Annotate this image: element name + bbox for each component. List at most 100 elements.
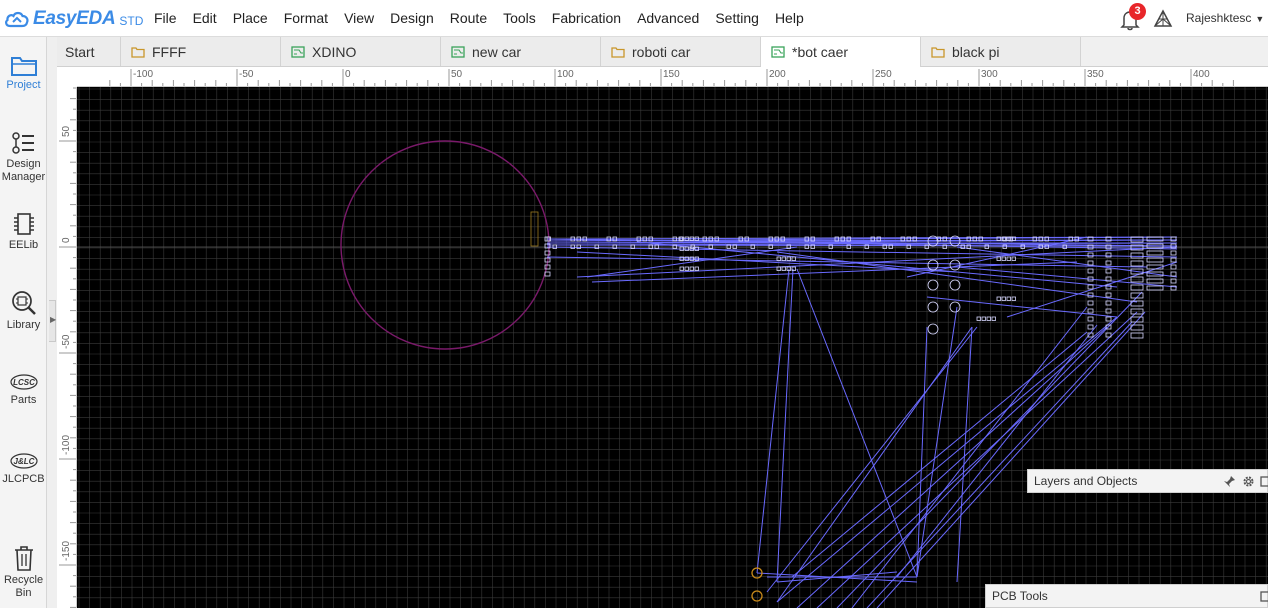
pcb-tools-panel[interactable]: PCB Tools [985,584,1268,608]
svg-text:J&LC: J&LC [13,457,34,466]
menu-advanced[interactable]: Advanced [629,0,707,37]
edition-label: STD [119,14,144,28]
ruler-corner [57,67,77,87]
pcb-icon [451,45,465,58]
panel-title: PCB Tools [992,589,1048,603]
pcb-icon [291,45,305,58]
sidebar-item-design-manager[interactable]: Design Manager [0,132,47,184]
ruler-horizontal: -100 -50 0 50 100 150 200 250 300 350 400 [57,67,1268,87]
folder-icon [931,46,945,58]
menu-format[interactable]: Format [276,0,336,37]
sidebar-collapse-handle[interactable]: ▶ [49,300,56,342]
sidebar-item-parts[interactable]: LCSC Parts [0,372,47,407]
jlc-icon: J&LC [9,453,38,469]
tab-bot-caer[interactable]: *bot caer [761,37,921,67]
menubar: EasyEDA STD File Edit Place Format View Desig… [0,0,1268,37]
pcb-drawing[interactable] [77,87,1268,608]
app-logo[interactable]: EasyEDA STD [4,6,143,32]
left-sidebar: Project Design Manager EELib Library LCS… [0,37,47,608]
ruler-x-label: -50 [239,69,254,80]
pcb-icon [771,46,785,58]
lcsc-icon: LCSC [9,374,38,390]
tab-black-pi[interactable]: black pi [921,37,1081,66]
sidebar-item-label: Library [6,319,41,331]
ruler-x-label: -100 [133,69,154,80]
document-tabs: Start FFFF XDINO new car roboti car *bot caer… [57,37,1268,67]
user-menu[interactable]: Rajeshktesc ▼ [1186,0,1264,38]
ruler-x-label: 400 [1193,69,1210,80]
tab-label: black pi [952,43,1000,60]
menu-route[interactable]: Route [442,0,495,37]
folder-icon [10,57,37,76]
tab-start[interactable]: Start [57,37,121,66]
ratsnest-lines [546,236,1178,608]
sidebar-item-label: EELib [8,239,39,251]
menu-help[interactable]: Help [767,0,812,37]
sidebar-item-recycle-bin[interactable]: Recycle Bin [0,544,47,600]
menu-design[interactable]: Design [382,0,442,37]
ruler-y-label: 0 [61,237,72,243]
tab-xdino[interactable]: XDINO [281,37,441,66]
menu-edit[interactable]: Edit [185,0,225,37]
ruler-y-label: -100 [61,434,72,455]
menu-tools[interactable]: Tools [495,0,544,37]
chevron-right-icon: ▶ [50,315,57,324]
panel-title: Layers and Objects [1034,474,1138,488]
tab-label: XDINO [312,43,357,60]
sidebar-item-project[interactable]: Project [0,53,47,92]
grid [77,87,1268,608]
sidebar-item-library[interactable]: Library [0,289,47,332]
pin-icon[interactable] [1223,475,1236,488]
username: Rajeshktesc [1186,11,1252,25]
notification-badge: 3 [1129,3,1146,20]
maximize-icon[interactable] [1259,590,1268,603]
tab-label: new car [472,43,522,60]
gear-icon[interactable] [1242,475,1255,488]
sidebar-item-label: Project [6,79,41,91]
component-pads[interactable] [530,211,1177,602]
ruler-vertical: 50 0 -50 -100 -150 [57,87,77,608]
ruler-y-label: 50 [61,125,72,137]
pcb-canvas[interactable] [77,87,1268,608]
tab-label: *bot caer [792,44,849,60]
mesh-logo-icon[interactable] [1153,9,1173,29]
tab-roboti-car[interactable]: roboti car [601,37,761,66]
tab-label: Start [65,43,95,60]
layers-objects-panel[interactable]: Layers and Objects [1027,469,1268,493]
tree-icon [11,132,34,154]
tab-new-car[interactable]: new car [441,37,601,66]
maximize-icon[interactable] [1259,475,1268,488]
ruler-y-label: -50 [61,334,72,349]
sidebar-item-label: Parts [10,394,37,406]
ruler-x-label: 100 [557,69,574,80]
ruler-y-label: -150 [61,540,72,561]
sidebar-item-label: JLCPCB [2,473,45,485]
tab-label: FFFF [152,43,187,60]
folder-icon [131,46,145,58]
ruler-x-label: 150 [663,69,680,80]
sidebar-item-jlcpcb[interactable]: J&LC JLCPCB [0,451,47,486]
tab-ffff[interactable]: FFFF [121,37,281,66]
ruler-x-label: 300 [981,69,998,80]
folder-icon [611,46,625,58]
svg-text:LCSC: LCSC [13,378,35,387]
menu-setting[interactable]: Setting [707,0,767,37]
menu-fabrication[interactable]: Fabrication [544,0,629,37]
sidebar-item-label: Design Manager [1,158,46,183]
menu-view[interactable]: View [336,0,382,37]
ruler-x-label: 250 [875,69,892,80]
board-outline-circle[interactable] [340,140,550,350]
main-menu: File Edit Place Format View Design Route Tools F… [146,0,812,37]
ruler-x-label: 200 [769,69,786,80]
menu-file[interactable]: File [146,0,185,37]
tab-label: roboti car [632,43,691,60]
trash-icon [14,546,33,571]
sidebar-item-label: Recycle Bin [3,574,44,599]
brand-name: EasyEDA [33,8,116,29]
caret-down-icon: ▼ [1255,14,1265,24]
sidebar-item-eelib[interactable]: EELib [0,211,47,252]
ruler-x-label: 350 [1087,69,1104,80]
menu-place[interactable]: Place [225,0,276,37]
chip-icon [13,213,34,235]
library-search-icon [11,291,36,315]
